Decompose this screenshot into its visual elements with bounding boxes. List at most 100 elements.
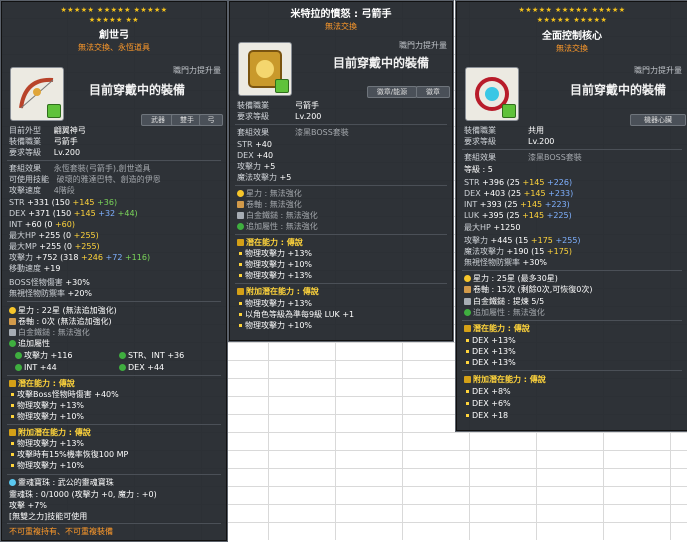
divider (7, 301, 221, 302)
hammer-row: 白金鐵鎚 : 無法強化 (9, 327, 90, 338)
potential-title: 潛在能力 : 傳說 (9, 378, 75, 389)
attack-speed-row: 攻擊速度 4階段 (9, 186, 75, 195)
potential-title: 潛在能力 : 傳說 (237, 237, 303, 248)
divider (462, 320, 682, 321)
star-icon (237, 190, 244, 197)
tooltip-genesis-bow: ★★★★★ ★★★★★ ★★★★★ ★★★★★ ★★ 創世弓 無法交換、永恆道具… (0, 0, 228, 542)
hammer-row: 白金鐵鎚 : 提煉 5/5 (464, 296, 544, 307)
stat-row-magic: 魔法攻擊力 +190 (15 +175) (464, 247, 573, 256)
set-effect-value: 漆黑BOSS套裝 (528, 153, 582, 162)
potential-line: 物理攻擊力 +13% (9, 400, 84, 411)
divider (7, 474, 221, 475)
item-title: 全面控制核心 (542, 31, 602, 42)
stat-row-luk: LUK +395 (25 +145 +225) (464, 211, 572, 220)
star-force-stars: ★★★★★ ★★★★★ ★★★★★ ★★★★★ ★★ (60, 6, 168, 24)
stat-row-ied: 無視怪物防禦率 +20% (9, 289, 93, 298)
stat-row-mp: 最大MP +255 (0 +255) (9, 242, 100, 251)
item-title: 米特拉的憤怒 : 弓箭手 (290, 9, 392, 20)
item-trade-status: 無法交換、永恆道具 (78, 43, 150, 52)
add-potential-title: 附加潛在能力 : 傳說 (9, 427, 91, 438)
star-force-row: 星力 : 22星 (無法追加強化) (9, 305, 117, 316)
extra-attr-row: INT +44 (15, 362, 57, 373)
stat-row-str: STR +396 (25 +145 +226) (464, 178, 573, 187)
hammer-icon (9, 329, 16, 336)
stat-icon (119, 352, 126, 359)
currently-equipped-label: 目前穿戴中的裝備 (89, 83, 186, 97)
stat-row-hp: 最大HP +1250 (464, 223, 521, 232)
flame-icon (237, 223, 244, 230)
stat-row: 魔法攻擊力 +5 (237, 173, 292, 182)
flame-icon (9, 340, 16, 347)
divider (7, 375, 221, 376)
info-row: 裝備職業 (237, 101, 269, 110)
star-force-row: 星力 : 25星 (最多30星) (464, 273, 558, 284)
lock-icon (502, 104, 516, 118)
stat-row-attack: 攻擊力 +752 (318 +246 +72 +116) (9, 253, 151, 262)
footer-note: 不可重複持有、不可重複裝備 (9, 527, 113, 536)
potential-line: DEX +13% (464, 335, 516, 346)
info-row: 要求等級 (464, 137, 496, 146)
tooltip-mitra-emblem: 米特拉的憤怒 : 弓箭手 無法交換 職門力提升量 目前穿戴中的裝備 徽章/能源 … (228, 0, 454, 342)
stat-row: 攻擊力 +5 (237, 162, 276, 171)
extra-attr-row: 攻擊力 +116 (15, 350, 73, 361)
scroll-row: 卷軸 : 無法強化 (237, 199, 302, 210)
stat-row-speed: 移動速度 +19 (9, 264, 61, 273)
stat-row-ied: 無視怪物防禦率 +30% (464, 258, 548, 267)
info-row: 目前外型 翩翼神弓 (9, 126, 86, 135)
category-weapon-button[interactable]: 武器 (141, 114, 175, 126)
category-emblem-power-button[interactable]: 徽章/能源 (367, 86, 417, 98)
hammer-icon (464, 298, 471, 305)
extra-attr-row: 追加屬性 : 無法強化 (464, 307, 545, 318)
add-potential-line: 物理攻擊力 +10% (9, 460, 84, 471)
add-potential-title: 附加潛在能力 : 傳說 (237, 286, 319, 297)
info-row: 要求等級 Lv.200 (9, 148, 81, 157)
heart-level-row: 等級 : 5 (464, 165, 493, 174)
add-potential-line: 攻擊時有15%機率恢復100 MP (9, 449, 128, 460)
add-potential-line: 物理攻擊力 +10% (237, 320, 312, 331)
stat-row: STR +40 (237, 140, 272, 149)
attack-icon (15, 352, 22, 359)
potential-line: 物理攻擊力 +10% (237, 259, 312, 270)
star-force-stars: ★★★★★ ★★★★★ ★★★★★ ★★★★★ ★★★★★ (518, 6, 626, 24)
skill-row: 可使用技能 破壞的雅達巴特、創造的伊恩 (9, 175, 161, 184)
stat-icon (15, 364, 22, 371)
potential-icon (464, 325, 471, 332)
divider (235, 234, 447, 235)
set-effect-row: 套組效果 永恆套裝(弓箭手),創世道具 (9, 164, 151, 173)
tooltip-total-control-heart: ★★★★★ ★★★★★ ★★★★★ ★★★★★ ★★★★★ 全面控制核心 無法交… (455, 0, 687, 432)
stat-row-int: INT +60 (0 +60) (9, 220, 75, 229)
divider (462, 149, 682, 150)
flame-icon (464, 309, 471, 316)
star-force-row: 星力 : 無法強化 (237, 188, 302, 199)
stat-row: DEX +40 (237, 151, 274, 160)
divider (7, 160, 221, 161)
scroll-icon (464, 286, 471, 293)
stat-row-dex: DEX +403 (25 +145 +233) (464, 189, 574, 198)
info-value: 弓箭手 (295, 101, 319, 110)
item-icon (238, 42, 292, 96)
potential-icon (9, 380, 16, 387)
currently-equipped-label: 目前穿戴中的裝備 (333, 56, 430, 70)
lock-icon (275, 79, 289, 93)
item-trade-status: 無法交換 (556, 44, 588, 53)
category-bow-button[interactable]: 弓 (199, 114, 223, 126)
stat-row-hp: 最大HP +255 (0 +255) (9, 231, 99, 240)
potential-line: 攻擊Boss怪物時傷害 +40% (9, 389, 119, 400)
scroll-row: 卷軸 : 0次 (無法追加強化) (9, 316, 112, 327)
soul-charge-row: 靈魂珠 : 0/1000 (攻擊力 +0, 魔力 : +0) (9, 490, 157, 499)
category-machine-heart-button[interactable]: 機器心臟 (630, 114, 686, 126)
soul-row: 靈魂寶珠 : 武公的靈魂寶珠 (9, 477, 114, 488)
potential-icon (237, 239, 244, 246)
set-effect-row: 套組效果 (464, 153, 496, 162)
info-value: Lv.200 (295, 112, 322, 121)
info-row: 裝備職業 弓箭手 (9, 137, 78, 146)
item-icon (10, 67, 64, 121)
star-icon (464, 275, 471, 282)
hammer-icon (237, 212, 244, 219)
potential-line: DEX +13% (464, 357, 516, 368)
category-emblem-button[interactable]: 徽章 (416, 86, 450, 98)
stat-row-int: INT +393 (25 +145 +223) (464, 200, 570, 209)
stat-row-boss: BOSS怪物傷害 +30% (9, 278, 90, 287)
info-value: 共用 (528, 126, 544, 135)
hammer-row: 白金鐵鎚 : 無法強化 (237, 210, 318, 221)
